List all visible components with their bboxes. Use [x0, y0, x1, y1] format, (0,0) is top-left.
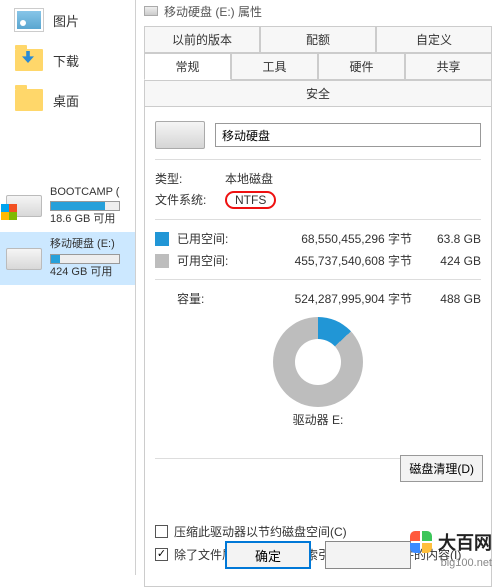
- desktop-icon: [15, 89, 43, 111]
- compress-label: 压缩此驱动器以节约磁盘空间(C): [174, 523, 347, 540]
- disk-cleanup-button[interactable]: 磁盘清理(D): [400, 455, 483, 482]
- used-color-icon: [155, 232, 169, 246]
- used-gb: 63.8 GB: [426, 232, 481, 246]
- nav-label: 图片: [53, 11, 79, 30]
- drive-large-icon: [155, 121, 205, 149]
- capacity-bytes: 524,287,995,904 字节: [241, 290, 418, 307]
- watermark-logo-icon: [410, 531, 432, 553]
- drive-info: 移动硬盘 (E:) 424 GB 可用: [50, 238, 120, 278]
- tab-sharing[interactable]: 共享: [405, 53, 492, 80]
- drive-name-input[interactable]: [215, 123, 481, 147]
- drive-usage-bar: [50, 201, 120, 211]
- watermark: 大百网: [410, 529, 492, 555]
- tab-customize[interactable]: 自定义: [376, 26, 492, 53]
- drive-item-removable[interactable]: 移动硬盘 (E:) 424 GB 可用: [0, 232, 135, 284]
- properties-dialog: 移动硬盘 (E:) 属性 以前的版本 配额 自定义 常规 工具 硬件 共享 安全…: [135, 0, 500, 575]
- nav-label: 桌面: [53, 91, 79, 110]
- drive-info: BOOTCAMP ( 18.6 GB 可用: [50, 186, 120, 226]
- capacity-label: 容量:: [177, 290, 233, 307]
- type-label: 类型:: [155, 170, 225, 187]
- downloads-icon: [15, 49, 43, 71]
- drive-list: BOOTCAMP ( 18.6 GB 可用 移动硬盘 (E:) 424 GB 可…: [0, 180, 135, 285]
- drive-icon: [6, 195, 42, 217]
- used-label: 已用空间:: [177, 230, 233, 247]
- free-gb: 424 GB: [426, 254, 481, 268]
- tab-general[interactable]: 常规: [144, 53, 231, 80]
- usage-donut-chart: [273, 317, 363, 407]
- free-bytes: 455,737,540,608 字节: [241, 252, 418, 269]
- capacity-gb: 488 GB: [426, 292, 481, 306]
- drive-free: 18.6 GB 可用: [50, 213, 120, 226]
- nav-downloads[interactable]: 下载: [0, 40, 135, 80]
- tab-hardware[interactable]: 硬件: [318, 53, 405, 80]
- drive-free: 424 GB 可用: [50, 266, 120, 279]
- checkbox-icon[interactable]: [155, 525, 168, 538]
- drive-item-bootcamp[interactable]: BOOTCAMP ( 18.6 GB 可用: [0, 180, 135, 232]
- used-bytes: 68,550,455,296 字节: [241, 230, 418, 247]
- filesystem-value: NTFS: [225, 191, 276, 209]
- type-value: 本地磁盘: [225, 170, 273, 187]
- secondary-button[interactable]: [325, 541, 411, 569]
- nav-pictures[interactable]: 图片: [0, 0, 135, 40]
- drive-usage-bar: [50, 254, 120, 264]
- nav-desktop[interactable]: 桌面: [0, 80, 135, 120]
- free-color-icon: [155, 254, 169, 268]
- tab-quota[interactable]: 配额: [260, 26, 376, 53]
- tab-strip: 以前的版本 配额 自定义 常规 工具 硬件 共享 安全: [144, 26, 492, 107]
- nav-label: 下载: [53, 51, 79, 70]
- free-label: 可用空间:: [177, 252, 233, 269]
- drive-icon: [6, 248, 42, 270]
- general-panel: 类型: 本地磁盘 文件系统: NTFS 已用空间: 68,550,455,296…: [144, 107, 492, 587]
- filesystem-label: 文件系统:: [155, 191, 225, 209]
- drive-name: 移动硬盘 (E:): [50, 238, 120, 251]
- drive-name: BOOTCAMP (: [50, 186, 120, 199]
- drive-small-icon: [144, 6, 158, 16]
- pictures-icon: [15, 9, 43, 31]
- tab-tools[interactable]: 工具: [231, 53, 318, 80]
- explorer-sidebar: 图片 下载 桌面 BOOTCAMP ( 18.6 GB 可用 移动硬盘 (E:)…: [0, 0, 135, 575]
- tab-previous-versions[interactable]: 以前的版本: [144, 26, 260, 53]
- ok-button[interactable]: 确定: [225, 541, 311, 569]
- dialog-titlebar: 移动硬盘 (E:) 属性: [136, 0, 500, 22]
- watermark-text: 大百网: [438, 529, 492, 555]
- watermark-url: big100.net: [441, 557, 492, 569]
- dialog-title: 移动硬盘 (E:) 属性: [164, 3, 262, 20]
- drive-letter-label: 驱动器 E:: [155, 411, 481, 428]
- tab-security[interactable]: 安全: [144, 80, 492, 107]
